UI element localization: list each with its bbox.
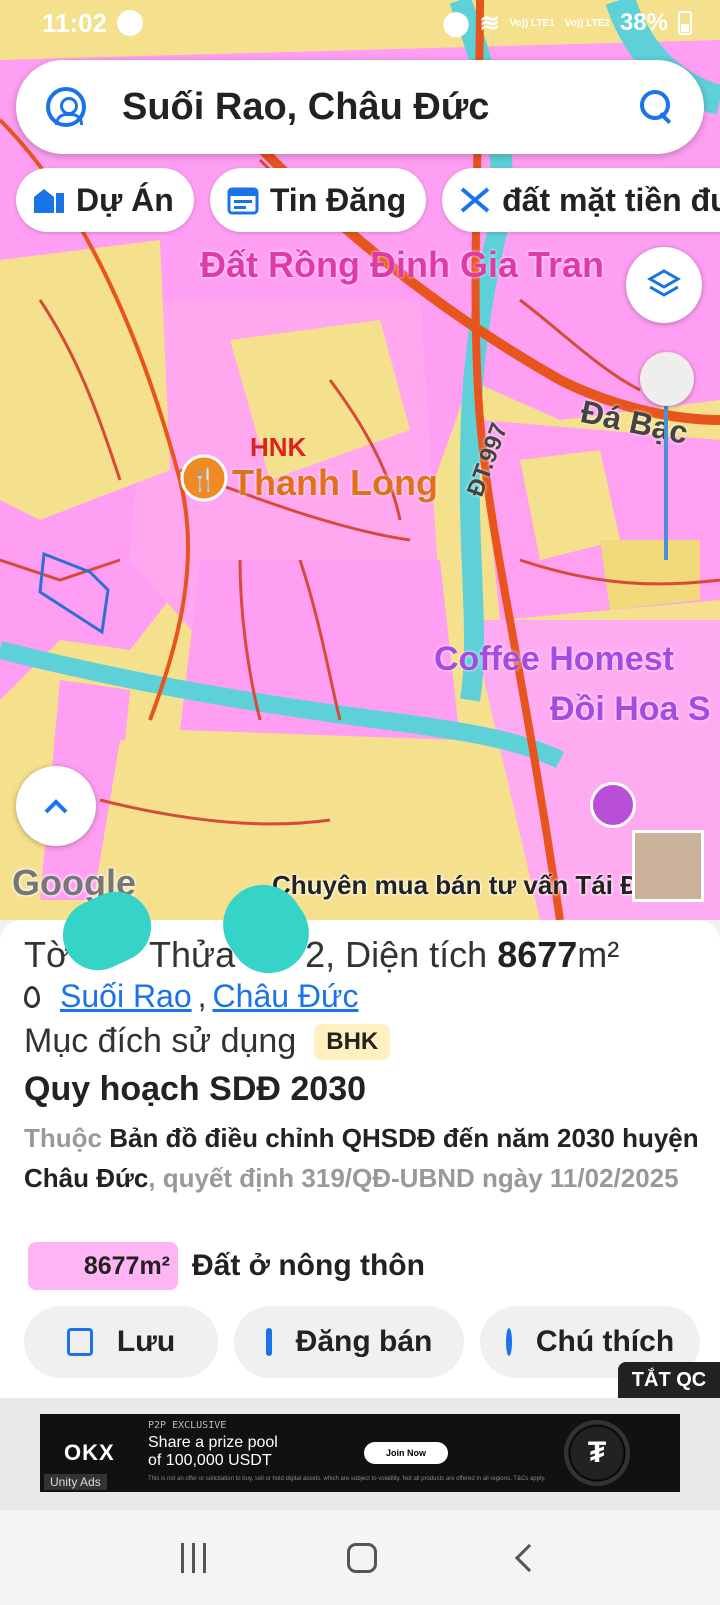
layers-button[interactable] (626, 247, 702, 323)
parcel-location: Suối Rao, Châu Đức (24, 978, 358, 1015)
messenger-icon (117, 10, 144, 36)
ad-tag: P2P EXCLUSIVE (148, 1420, 227, 1431)
purpose-label: Mục đích sử dụng (24, 1022, 297, 1060)
battery-icon (678, 11, 692, 35)
map-label-coffee-2[interactable]: Đồi Hoa S (550, 690, 711, 729)
map-label-hnk: HNK (250, 432, 307, 462)
status-bar: 11:02 ⬤ ≋ Vo)) LTE1 Vo)) LTE2 38% (0, 0, 720, 46)
recents-button[interactable] (180, 1542, 206, 1573)
location-district-link[interactable]: Châu Đức (213, 978, 359, 1015)
promo-avatar[interactable] (632, 830, 704, 902)
wifi-icon: ≋ (479, 9, 500, 37)
user-icon[interactable] (46, 87, 86, 127)
map-view[interactable]: 🍴 11:02 ⬤ ≋ Vo)) LTE1 Vo)) LTE2 38% Đất … (0, 0, 720, 920)
promo-label[interactable]: Chuyên mua bán tư vấn Tái Đị (272, 870, 646, 901)
search-icon[interactable] (640, 90, 674, 124)
calendar-icon (265, 1328, 272, 1356)
battery-percent: 38% (619, 9, 668, 36)
chip-tin-dang[interactable]: Tin Đăng (209, 168, 427, 232)
location-sep: , (197, 978, 207, 1014)
filter-chips: Dự Án Tin Đăng đất mặt tiền đườ (16, 168, 720, 232)
location-ward-link[interactable]: Suối Rao (60, 978, 192, 1015)
calendar-icon (227, 187, 259, 215)
save-icon (66, 1328, 93, 1356)
back-button[interactable] (514, 1543, 544, 1572)
plan-desc-prefix: Thuộc (24, 1123, 110, 1153)
layers-icon (646, 269, 682, 297)
clock: 11:02 (42, 7, 108, 38)
ad-headline: Share a prize pool of 100,000 USDT (148, 1434, 278, 1470)
plan-title: Quy hoạch SDĐ 2030 (24, 1070, 367, 1108)
expand-up-button[interactable] (16, 766, 96, 846)
map-label-place-top: Đất Rồng Đinh Gia Tran (200, 244, 605, 285)
search-query[interactable]: Suối Rao, Châu Đức (122, 86, 640, 129)
tether-coin-icon: ₮ (564, 1420, 630, 1486)
ad-fine-print: This is not an offer or solicitation to … (148, 1476, 546, 1482)
legend-label: Chú thích (535, 1325, 675, 1358)
map-label-thanh-long[interactable]: Thanh Long (232, 462, 438, 504)
ad-headline-line2: of 100,000 USDT (148, 1452, 272, 1469)
location-pin-icon (24, 985, 40, 1008)
svg-text:🍴: 🍴 (190, 467, 217, 493)
opacity-slider-track[interactable] (664, 380, 668, 560)
map-label-coffee-1[interactable]: Coffee Homest (434, 640, 674, 679)
save-label: Lưu (116, 1325, 176, 1358)
action-buttons: Lưu Đăng bán Chú thích (24, 1306, 700, 1378)
chip-label: Dự Án (76, 181, 174, 218)
chip-label: Tin Đăng (269, 181, 407, 218)
parcel-area-unit: m² (577, 934, 620, 975)
chevron-up-icon (44, 799, 68, 814)
landuse-swatch: 8677m² (28, 1242, 178, 1290)
ad-provider: Unity Ads (44, 1474, 107, 1490)
chip-label: đất mặt tiền đườ (502, 181, 720, 218)
hide-ads-button[interactable]: TẮT QC (618, 1362, 720, 1398)
search-bar[interactable]: Suối Rao, Châu Đức (16, 60, 704, 154)
purpose-badge: BHK (314, 1023, 391, 1060)
ad-banner[interactable]: OKX P2P EXCLUSIVE Share a prize pool of … (40, 1414, 680, 1492)
opacity-slider-knob[interactable] (640, 352, 694, 406)
parcel-area-value: 8677 (497, 934, 578, 975)
chip-mat-tien[interactable]: đất mặt tiền đườ (442, 168, 720, 232)
system-nav-bar (0, 1510, 720, 1605)
home-button[interactable] (347, 1542, 378, 1573)
plan-desc-decision: , quyết định 319/QĐ-UBND ngày 11/02/2025 (148, 1163, 679, 1193)
parcel-area-label: 2, Diện tích (305, 934, 498, 975)
signal-lte1: Vo)) LTE1 (509, 17, 555, 29)
ad-join-button[interactable]: Join Now (364, 1442, 448, 1464)
ad-brand: OKX (64, 1440, 115, 1465)
ad-banner-area: OKX P2P EXCLUSIVE Share a prize pool of … (0, 1398, 720, 1510)
post-sale-button[interactable]: Đăng bán (234, 1306, 464, 1378)
tools-icon (460, 187, 490, 213)
ad-headline-line1: Share a prize pool (148, 1434, 278, 1451)
plan-description: Thuộc Bản đồ điều chỉnh QHSDĐ đến năm 20… (24, 1118, 704, 1198)
chip-du-an[interactable]: Dự Án (16, 168, 194, 232)
landuse-label: Đất ở nông thôn (192, 1249, 425, 1282)
parcel-sheet: Tờ Thửa 2, Diện tích 8677m² Suối Rao, Ch… (0, 920, 720, 1398)
landuse-row: 8677m² Đất ở nông thôn (28, 1242, 425, 1290)
land-purpose: Mục đích sử dụng BHK (24, 1022, 391, 1061)
signal-lte2: Vo)) LTE2 (564, 17, 610, 29)
location-icon: ⬤ (442, 9, 470, 37)
camera-pin-icon[interactable] (590, 782, 636, 828)
save-button[interactable]: Lưu (24, 1306, 218, 1378)
building-icon (34, 189, 64, 213)
contrast-icon (505, 1328, 512, 1356)
post-sale-label: Đăng bán (295, 1325, 433, 1358)
